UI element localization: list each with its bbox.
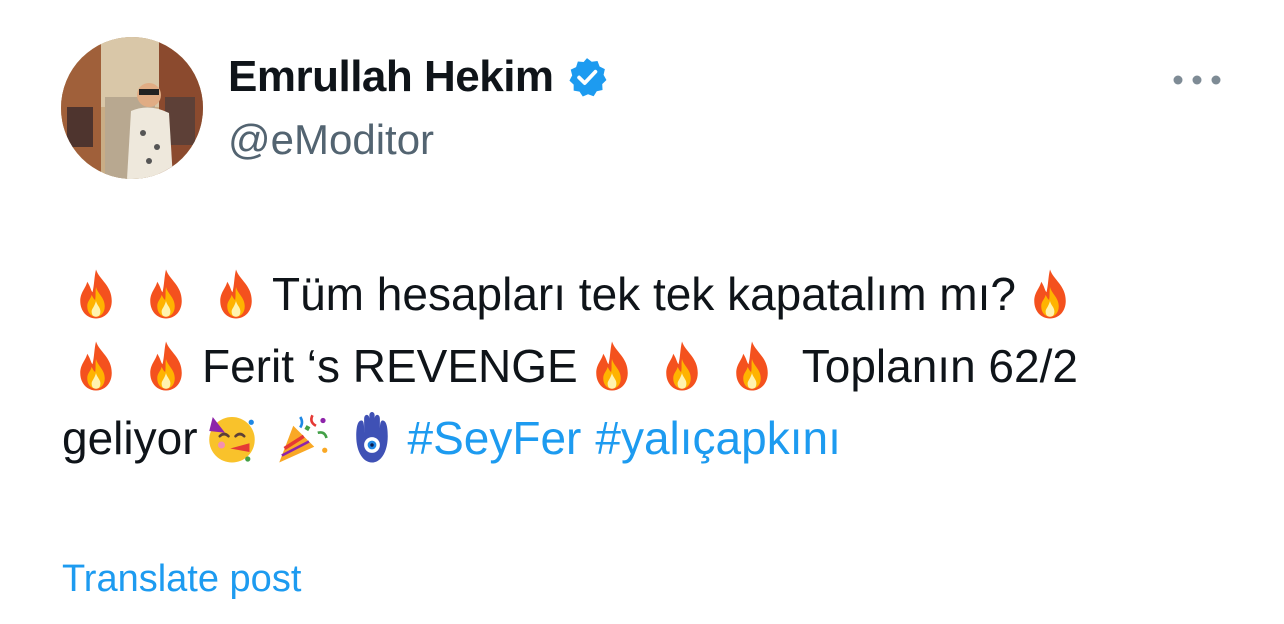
fire-icon — [208, 266, 264, 322]
hashtag-link[interactable]: #SeyFer — [408, 402, 582, 474]
fire-icon — [584, 338, 640, 394]
translate-post-link[interactable]: Translate post — [62, 558, 301, 601]
hashtag-link[interactable]: #yalıçapkını — [595, 402, 840, 474]
tweet-card: Emrullah Hekim @eModitor Tüm hesapları t… — [0, 0, 1284, 624]
fire-icon — [724, 338, 780, 394]
tweet-text-segment: Toplanın 62/2 — [801, 340, 1078, 392]
tweet-text: Tüm hesapları tek tek kapatalım mı? Feri… — [62, 258, 1242, 474]
fire-icon — [68, 338, 124, 394]
fire-icon — [138, 338, 194, 394]
fire-icon — [1022, 266, 1078, 322]
verified-badge-icon — [569, 58, 606, 97]
tweet-text-segment: geliyor — [62, 412, 198, 464]
tweet-line-3: geliyor #SeyFer #yalıçapkını — [62, 402, 1242, 474]
party-popper-icon — [274, 410, 330, 466]
tweet-text-segment: Ferit ‘s REVENGE — [202, 340, 578, 392]
more-dots-icon — [1173, 75, 1221, 85]
fire-icon — [68, 266, 124, 322]
tweet-line-1: Tüm hesapları tek tek kapatalım mı? — [62, 258, 1242, 330]
author-name-text: Emrullah Hekim — [228, 52, 554, 101]
tweet-line-2: Ferit ‘s REVENGE Toplanın 62/2 — [62, 330, 1242, 402]
tweet-text-segment: Tüm hesapları tek tek kapatalım mı? — [272, 268, 1016, 320]
author-name[interactable]: Emrullah Hekim — [228, 52, 608, 102]
author-handle[interactable]: @eModitor — [228, 116, 434, 164]
fire-icon — [654, 338, 710, 394]
avatar[interactable] — [61, 37, 203, 179]
hamsa-icon — [344, 410, 400, 466]
fire-icon — [138, 266, 194, 322]
partying-face-icon — [204, 410, 260, 466]
more-options-button[interactable] — [1168, 60, 1226, 100]
